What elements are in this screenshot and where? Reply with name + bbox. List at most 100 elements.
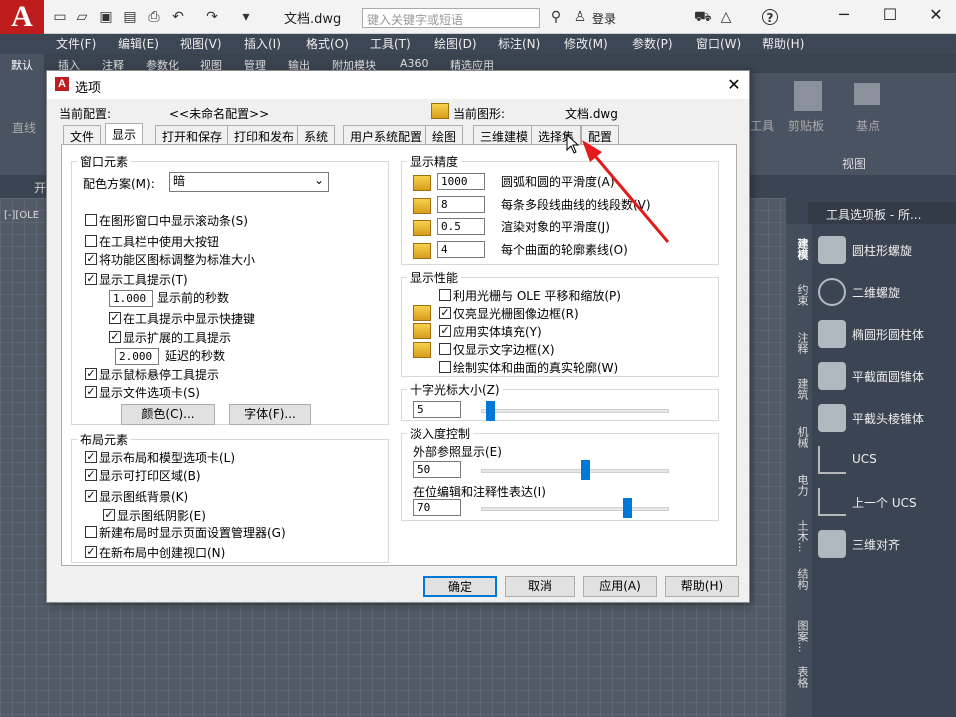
palette-item-3d-align[interactable]: 三维对齐 (818, 526, 954, 564)
customize-icon[interactable]: ▾ (238, 9, 254, 25)
inplace-slider-track[interactable] (481, 507, 669, 511)
clipboard-label[interactable]: 剪贴板 (788, 117, 824, 134)
palette-tab-electrical[interactable]: 电力 (788, 474, 810, 496)
ribbon-tab-home[interactable]: 默认 (0, 54, 44, 73)
menu-dimension[interactable]: 标注(N) (498, 35, 540, 52)
inplace-edit-input[interactable]: 70 (413, 499, 461, 516)
cancel-button[interactable]: 取消 (505, 576, 575, 597)
palette-item-previous-ucs[interactable]: 上一个 UCS (818, 484, 954, 522)
user-icon[interactable]: ♙ (572, 9, 588, 25)
checkbox-text-frame[interactable] (439, 343, 451, 355)
menu-insert[interactable]: 插入(I) (244, 35, 281, 52)
checkbox-scrollbars[interactable] (85, 214, 97, 226)
print-icon[interactable]: ⎙ (146, 9, 162, 25)
binoculars-icon[interactable]: ⚲ (548, 9, 564, 25)
save-as-icon[interactable]: ▤ (122, 9, 138, 25)
palette-tab-annotation[interactable]: 注释 (788, 332, 810, 354)
menu-modify[interactable]: 修改(M) (564, 35, 608, 52)
xref-slider-track[interactable] (481, 469, 669, 473)
viewport-controls[interactable]: [-][OLE (4, 210, 39, 221)
app-logo[interactable]: A (0, 0, 44, 34)
help-icon[interactable]: ? (762, 9, 778, 25)
view-panel-label[interactable]: 视图 (842, 155, 866, 172)
palette-tab-constraints[interactable]: 约束 (788, 284, 810, 306)
checkbox-create-viewport[interactable]: ✓ (85, 546, 97, 558)
tab-system[interactable]: 系统 (297, 125, 336, 145)
tab-3d-modeling[interactable]: 三维建模 (473, 125, 536, 145)
clipboard-icon[interactable] (794, 81, 822, 111)
render-smoothness-input[interactable]: 0.5 (437, 218, 485, 235)
checkbox-raster-ole[interactable] (439, 289, 451, 301)
palette-tab-mechanical[interactable]: 机械 (788, 426, 810, 448)
inplace-slider-thumb[interactable] (623, 498, 633, 518)
checkbox-layout-tabs[interactable]: ✓ (85, 451, 97, 463)
menu-tools[interactable]: 工具(T) (370, 35, 411, 52)
line-tool-label[interactable]: 直线 (12, 119, 36, 136)
menu-view[interactable]: 视图(V) (180, 35, 222, 52)
redo-icon[interactable]: ↷ (204, 9, 220, 25)
menu-parameters[interactable]: 参数(P) (632, 35, 673, 52)
help-button[interactable]: 帮助(H) (665, 576, 739, 597)
checkbox-paper-shadow[interactable]: ✓ (103, 509, 115, 521)
xref-slider-thumb[interactable] (581, 460, 591, 480)
new-icon[interactable]: ▭ (52, 9, 68, 25)
menu-window[interactable]: 窗口(W) (696, 35, 741, 52)
tab-open-save[interactable]: 打开和保存 (155, 125, 230, 145)
checkbox-true-silhouettes[interactable] (439, 361, 451, 373)
undo-icon[interactable]: ↶ (170, 9, 186, 25)
tooltip-delay-input[interactable]: 1.000 (109, 290, 153, 307)
save-icon[interactable]: ▣ (98, 9, 114, 25)
exchange-icon[interactable]: △ (718, 9, 734, 25)
palette-item-elliptical-cylinder[interactable]: 椭圆形圆柱体 (818, 316, 954, 354)
login-button[interactable]: 登录 (592, 10, 616, 27)
menu-edit[interactable]: 编辑(E) (118, 35, 159, 52)
menu-file[interactable]: 文件(F) (56, 35, 96, 52)
ribbon-tab-a360[interactable]: A360 (400, 57, 429, 70)
maximize-icon[interactable]: ☐ (870, 5, 910, 27)
palette-tab-civil[interactable]: 土木... (788, 520, 810, 553)
crosshair-slider-thumb[interactable] (486, 401, 496, 421)
open-icon[interactable]: ▱ (74, 9, 90, 25)
palette-tab-architectural[interactable]: 建筑 (788, 378, 810, 400)
base-point-label[interactable]: 基点 (856, 117, 880, 134)
crosshair-slider-track[interactable] (481, 409, 669, 413)
checkbox-raster-frame[interactable]: ✓ (439, 307, 451, 319)
base-point-icon[interactable] (854, 83, 880, 105)
file-tab-start[interactable]: 开 (34, 179, 46, 196)
color-scheme-select[interactable]: 暗 ⌄ (169, 172, 329, 192)
palette-tab-modeling[interactable]: 建模 (788, 238, 810, 260)
apply-button[interactable]: 应用(A) (583, 576, 657, 597)
tab-display[interactable]: 显示 (105, 123, 144, 146)
menu-draw[interactable]: 绘图(D) (434, 35, 477, 52)
dialog-title-bar[interactable]: A 选项 ✕ (47, 71, 749, 99)
checkbox-ribbon-icons[interactable]: ✓ (85, 253, 97, 265)
tab-drafting[interactable]: 绘图 (425, 125, 464, 145)
palette-tab-tables[interactable]: 表格 (788, 666, 810, 688)
checkbox-extended-tooltips[interactable]: ✓ (109, 331, 121, 343)
palette-item-frustum-cone[interactable]: 平截面圆锥体 (818, 358, 954, 396)
cart-icon[interactable]: ⛟ (694, 9, 712, 25)
checkbox-tooltips[interactable]: ✓ (85, 273, 97, 285)
palette-item-2d-spiral[interactable]: 二维螺旋 (818, 274, 954, 312)
dialog-close-icon[interactable]: ✕ (721, 73, 747, 97)
palette-item-frustum-pyramid[interactable]: 平截头棱锥体 (818, 400, 954, 438)
checkbox-page-setup-manager[interactable] (85, 526, 97, 538)
checkbox-paper-background[interactable]: ✓ (85, 490, 97, 502)
arc-smoothness-input[interactable]: 1000 (437, 173, 485, 190)
checkbox-file-tabs[interactable]: ✓ (85, 386, 97, 398)
fonts-button[interactable]: 字体(F)... (229, 404, 311, 425)
colors-button[interactable]: 颜色(C)... (121, 404, 215, 425)
checkbox-shortcut-keys[interactable]: ✓ (109, 312, 121, 324)
checkbox-rollover-tooltips[interactable]: ✓ (85, 368, 97, 380)
close-icon[interactable]: ✕ (916, 5, 956, 27)
palette-item-cylindrical-helix[interactable]: 圆柱形螺旋 (818, 232, 954, 270)
menu-format[interactable]: 格式(O) (306, 35, 349, 52)
minimize-icon[interactable]: ─ (824, 5, 864, 27)
tab-user-preferences[interactable]: 用户系统配置 (343, 125, 430, 145)
tab-plot-publish[interactable]: 打印和发布 (227, 125, 302, 145)
checkbox-printable-area[interactable]: ✓ (85, 469, 97, 481)
palette-item-ucs[interactable]: UCS (818, 442, 954, 480)
checkbox-solid-fill[interactable]: ✓ (439, 325, 451, 337)
crosshair-input[interactable]: 5 (413, 401, 461, 418)
tab-files[interactable]: 文件 (63, 125, 102, 145)
